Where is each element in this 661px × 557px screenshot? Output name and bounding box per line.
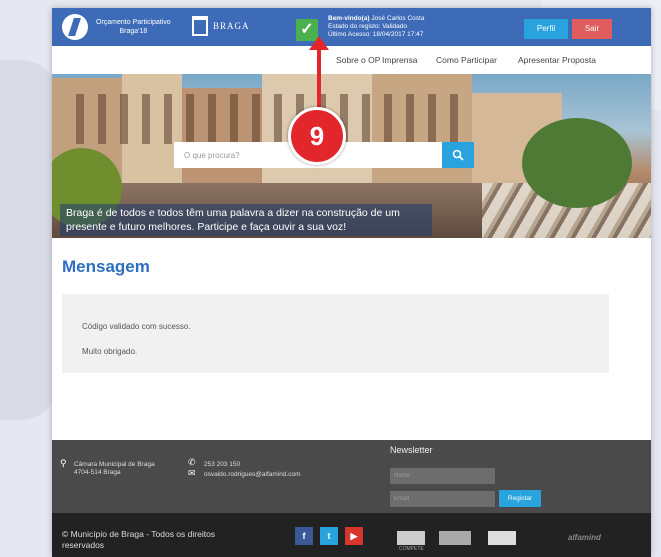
email-icon: ✉ bbox=[188, 468, 196, 478]
hero-tagline: Braga é de todos e todos têm uma palavra… bbox=[60, 204, 432, 236]
nav-item-imprensa[interactable]: Imprensa bbox=[382, 55, 417, 65]
location-pin-icon: ⚲ bbox=[60, 458, 67, 468]
partner-logo-icon bbox=[439, 531, 471, 545]
main-nav: Sobre o OP Imprensa Como Participar Apre… bbox=[52, 46, 651, 74]
search-button[interactable] bbox=[442, 142, 474, 168]
footer-contacts: ⚲ Câmara Municipal de Braga 4704-514 Bra… bbox=[52, 440, 651, 513]
braga-logo-text: BRAGA bbox=[213, 21, 250, 31]
annotation-arrow bbox=[317, 44, 321, 108]
browser-page: Orçamento Participativo Braga'18 BRAGA ✓… bbox=[52, 8, 651, 557]
user-name: José Carlos Costa bbox=[371, 15, 425, 22]
welcome-label: Bem-vindo(a) bbox=[328, 15, 370, 22]
sair-button[interactable]: Sair bbox=[572, 19, 612, 39]
hero-banner: Braga é de todos e todos têm uma palavra… bbox=[52, 74, 651, 238]
footer-bottom: © Município de Braga - Todos os direitos… bbox=[52, 513, 651, 557]
op-logo[interactable]: Orçamento Participativo Braga'18 bbox=[62, 14, 171, 40]
partner-logo-icon bbox=[488, 531, 516, 545]
nav-item-sobre-o-op[interactable]: Sobre o OP bbox=[336, 55, 380, 65]
op-logo-icon bbox=[62, 14, 88, 40]
copyright: © Município de Braga - Todos os direitos… bbox=[62, 529, 216, 550]
search-icon bbox=[452, 149, 464, 161]
message-thanks: Muito obrigado. bbox=[82, 347, 138, 356]
op-logo-edition: Braga'18 bbox=[119, 28, 148, 35]
phone-icon: ✆ bbox=[188, 457, 196, 467]
annotation-step-number: 9 bbox=[288, 107, 346, 165]
registar-button[interactable]: Registar bbox=[499, 490, 541, 507]
nav-item-como-participar[interactable]: Como Participar bbox=[436, 55, 497, 65]
twitter-icon[interactable]: t bbox=[320, 527, 338, 545]
footer-phone: 253 203 150 bbox=[204, 461, 241, 468]
message-success: Código validado com sucesso. bbox=[82, 322, 191, 331]
newsletter-title: Newsletter bbox=[390, 445, 433, 455]
footer-address: Câmara Municipal de Braga 4704-514 Braga bbox=[74, 461, 155, 476]
compete-logo-text: COMPETE bbox=[399, 546, 424, 552]
top-header: Orçamento Participativo Braga'18 BRAGA ✓… bbox=[52, 8, 651, 46]
page-title: Mensagem bbox=[62, 257, 150, 276]
newsletter-email-input[interactable] bbox=[390, 491, 495, 507]
tree-decoration bbox=[522, 118, 632, 208]
message-panel: Código validado com sucesso. Muito obrig… bbox=[62, 294, 609, 373]
background-shape-left bbox=[0, 60, 60, 420]
user-status-panel: Bem-vindo(a) José Carlos Costa Estado do… bbox=[328, 15, 424, 39]
braga-crest-icon bbox=[192, 16, 208, 36]
perfil-button[interactable]: Perfil bbox=[524, 19, 568, 39]
facebook-icon[interactable]: f bbox=[295, 527, 313, 545]
last-access: Último Acesso: 18/04/2017 17:47 bbox=[328, 31, 424, 38]
compete-logo-icon bbox=[397, 531, 425, 545]
braga-logo[interactable]: BRAGA bbox=[192, 16, 250, 36]
newsletter-name-input[interactable] bbox=[390, 468, 495, 484]
op-logo-title: Orçamento Participativo bbox=[96, 19, 171, 26]
registration-status: Estado do registo: Validado bbox=[328, 23, 408, 30]
alfamind-brand: alfamind bbox=[568, 533, 601, 542]
youtube-icon[interactable]: ▶ bbox=[345, 527, 363, 545]
footer-email[interactable]: osvaldo.rodrigues@alfamind.com bbox=[204, 471, 301, 479]
nav-item-apresentar-proposta[interactable]: Apresentar Proposta bbox=[518, 55, 596, 65]
